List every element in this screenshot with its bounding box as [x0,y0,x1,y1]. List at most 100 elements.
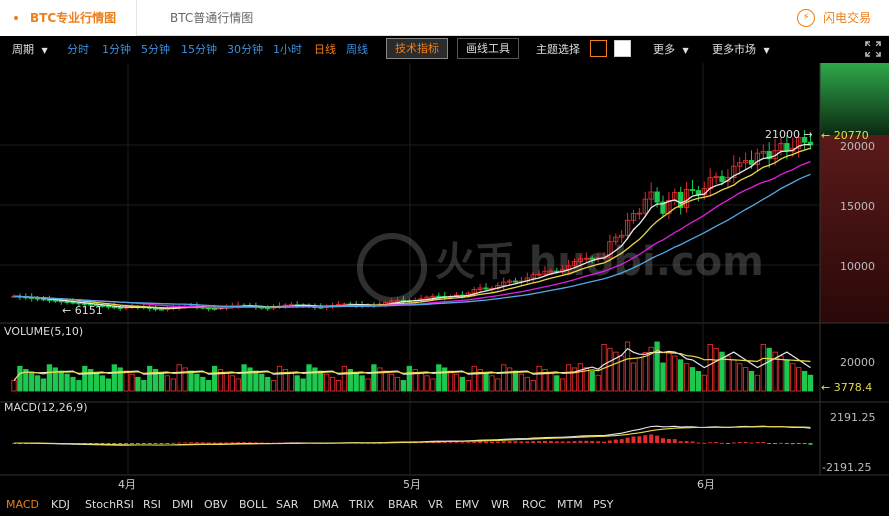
period-weekly[interactable]: 周线 [346,36,368,63]
period-30min[interactable]: 30分钟 [227,36,263,63]
candle-body [152,307,159,310]
macd-histogram-bar [808,443,813,445]
macd-histogram-bar [495,441,500,443]
macd-histogram-bar [106,443,111,444]
volume-bar [766,347,772,392]
macd-histogram-bar [566,441,571,443]
macd-histogram-bar [519,441,524,443]
tab-bar: BTC专业行情图 BTC普通行情图 ⚡ 闪电交易 [0,0,889,36]
indicator-brar[interactable]: BRAR [388,493,418,516]
volume-bar [359,375,365,392]
macd-histogram-bar [189,442,193,444]
indicator-stochrsi[interactable]: StochRSI [85,493,134,516]
indicator-mtm[interactable]: MTM [557,493,583,516]
theme-label: 主题选择 [536,43,580,56]
indicator-obv[interactable]: OBV [204,493,227,516]
watermark-text: 火币 huobi.com [435,239,764,285]
indicator-emv[interactable]: EMV [455,493,479,516]
indicator-macd[interactable]: MACD [6,493,39,516]
macd-histogram-bar [206,442,211,444]
macd-histogram-bar [666,438,671,443]
volume-bar [784,359,790,392]
volume-bar [660,362,666,392]
fullscreen-icon[interactable] [865,41,881,57]
more-dropdown[interactable]: 更多 ▼ [653,36,689,63]
macd-histogram-bar [501,441,506,443]
volume-bar [253,370,259,392]
volume-bar [265,376,271,392]
candle-body [483,287,489,290]
indicator-vr[interactable]: VR [428,493,443,516]
macd-histogram-bar [655,435,660,443]
macd-histogram-bar [696,442,701,444]
macd-histogram-bar [625,437,630,443]
macd-histogram-bar [489,441,494,443]
candle-body [158,308,165,311]
macd-histogram-bar [212,442,217,444]
volume-panel-label: VOLUME(5,10) [4,325,83,338]
theme-dark-swatch[interactable] [590,40,607,57]
macd-histogram-bar [147,443,152,444]
macd-histogram-bar [708,442,713,444]
volume-bar [353,372,359,392]
indicator-dma[interactable]: DMA [313,493,339,516]
x-tick-may: 5月 [403,478,421,491]
tab-btc-pro-chart[interactable]: BTC专业行情图 [0,0,137,36]
period-daily[interactable]: 日线 [314,36,336,63]
volume-bar [76,380,82,392]
period-1hour[interactable]: 1小时 [273,36,302,63]
caret-down-icon: ▼ [682,46,689,55]
macd-histogram-bar [596,441,601,443]
indicator-roc[interactable]: ROC [522,493,546,516]
indicator-dmi[interactable]: DMI [172,493,193,516]
macd-histogram-bar [796,443,801,444]
macd-histogram-bar [130,443,134,444]
macd-histogram-bar [194,442,199,444]
active-dot [14,16,18,20]
draw-tool-button[interactable]: 画线工具 [457,38,519,59]
macd-histogram-bar [755,442,760,444]
period-1min[interactable]: 1分钟 [102,36,131,63]
period-label: 周期 [12,43,34,56]
tab-btc-normal-chart[interactable]: BTC普通行情图 [138,0,278,36]
tech-indicator-button[interactable]: 技术指标 [386,38,448,59]
candle-body [46,299,53,301]
macd-histogram-bar [478,441,483,443]
brand-label: 闪电交易 [822,11,871,25]
volume-bar [589,370,595,392]
period-5min[interactable]: 5分钟 [141,36,170,63]
period-dropdown[interactable]: 周期 ▼ [12,36,48,63]
macd-histogram-bar [661,438,665,443]
theme-light-swatch[interactable] [614,40,631,57]
macd-tick: 2191.25 [830,411,876,424]
indicator-boll[interactable]: BOLL [239,493,267,516]
macd-histogram-bar [242,442,247,444]
kline-chart[interactable]: 火币 huobi.com 20000 15000 10000 ← 20770 2… [0,63,889,493]
indicator-wr[interactable]: WR [491,493,510,516]
macd-histogram-bar [159,443,164,444]
indicator-rsi[interactable]: RSI [143,493,161,516]
candle-body [117,306,123,309]
macd-histogram-bar [183,442,188,444]
volume-bar [689,367,696,392]
indicator-sar[interactable]: SAR [276,493,298,516]
period-timeshare[interactable]: 分时 [67,36,89,63]
macd-histogram-bar [749,442,754,444]
period-15min[interactable]: 15分钟 [181,36,217,63]
volume-bar [400,380,407,392]
tab-label: BTC普通行情图 [170,11,254,25]
indicator-trix[interactable]: TRIX [349,493,374,516]
macd-histogram-bar [165,443,170,444]
price-tick: 15000 [840,200,875,213]
macd-histogram-bar [531,441,536,443]
volume-bar [194,373,200,392]
candle-body [211,307,218,310]
volume-bar [483,372,489,392]
more-market-dropdown[interactable]: 更多市场 ▼ [712,36,770,63]
indicator-kdj[interactable]: KDJ [51,493,70,516]
macd-histogram-bar [230,442,235,444]
volume-bar [200,376,206,392]
indicator-psy[interactable]: PSY [593,493,613,516]
candle-body [784,143,790,152]
lightning-trade-link[interactable]: ⚡ 闪电交易 [797,0,871,36]
